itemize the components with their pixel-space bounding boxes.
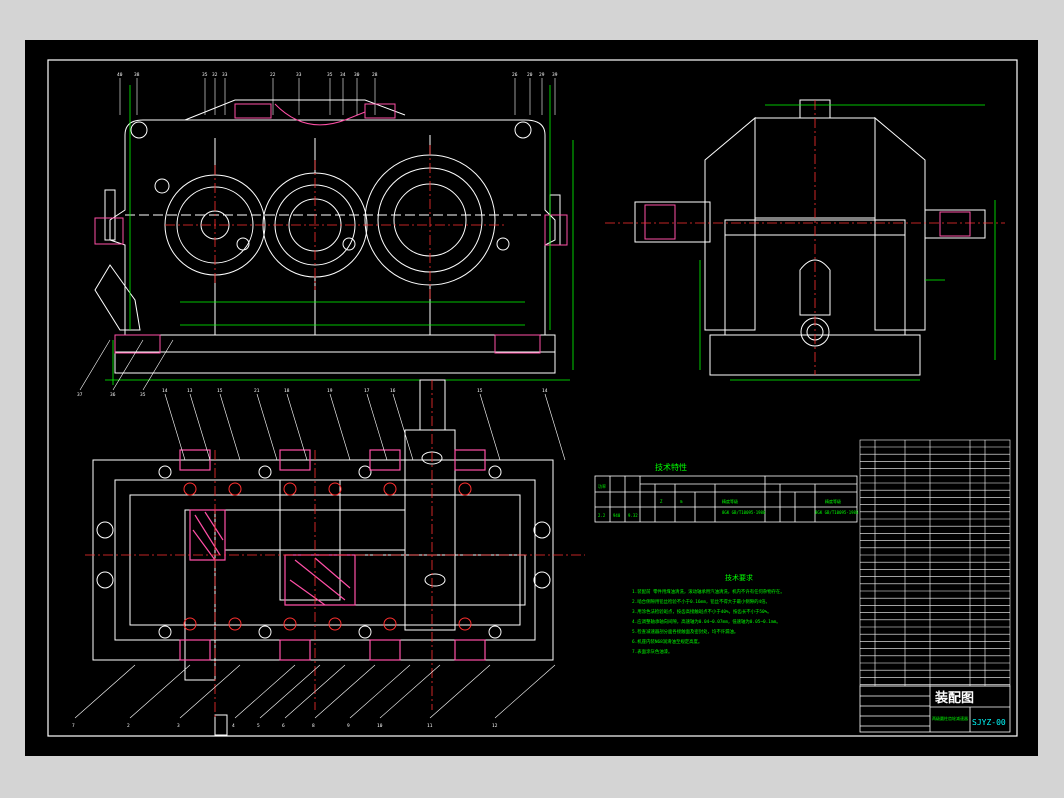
leader-line	[256, 393, 278, 461]
balloon-label: 3	[177, 723, 180, 729]
plan-view	[92, 379, 554, 736]
leader-line	[112, 339, 144, 391]
leader-line	[164, 393, 186, 461]
svg-text:940: 940	[613, 513, 621, 518]
leader-line	[259, 664, 321, 719]
leader-line	[234, 664, 296, 719]
drawing-number: SJYZ-00	[972, 718, 1006, 727]
side-hatching	[644, 204, 971, 240]
tech-req-line: 7.表面涂灰色油漆。	[632, 648, 672, 655]
sheet-border	[47, 59, 1018, 737]
leader-line	[349, 664, 411, 719]
leader-line	[142, 339, 174, 391]
balloon-label: 11	[427, 723, 433, 729]
balloon-label: 17	[364, 388, 370, 394]
svg-text:Z: Z	[660, 499, 663, 504]
balloon-label: 16	[390, 388, 396, 394]
tech-spec-values: 功率 2.2 940 9.32 Zm 精度等级 精度等级 8GK GB/T10095-…	[598, 483, 859, 518]
leader-line	[179, 664, 241, 719]
svg-text:9.32: 9.32	[628, 513, 638, 518]
front-hatching	[94, 103, 568, 354]
tech-req-line: 3.用涂色法检验斑点，按齿高接触斑点不小于40%，按齿长不小于50%。	[632, 608, 772, 615]
balloon-label: 13	[187, 388, 193, 394]
tech-req-line: 2.啮合侧隙用铅丝检验不小于0.16mm，铅丝不得大于最小侧隙的4倍。	[632, 598, 770, 605]
tech-req-line: 5.检查减速器剖分面各接触面及密封处，均不许漏油。	[632, 628, 738, 635]
drawing-canvas: 40 38 35 32 33 22 33 35 34 30 28 26 20 29 397 2 3 4 5 6 8 9 10…	[47, 59, 1018, 737]
tech-req-line: 6.机座内装N68润滑油至规定高度。	[632, 638, 702, 645]
svg-text:8GK GB/T10095-1988: 8GK GB/T10095-1988	[815, 510, 859, 515]
leader-line	[314, 664, 376, 719]
parts-list	[859, 439, 1011, 687]
svg-text:精度等级: 精度等级	[825, 498, 841, 504]
balloon-label: 33	[222, 72, 228, 78]
balloon-label: 32	[212, 72, 218, 78]
balloon-label: 18	[284, 388, 290, 394]
balloon-label: 10	[377, 723, 383, 729]
leader-line	[379, 664, 441, 719]
balloon-label: 29	[539, 72, 545, 78]
balloon-label: 40	[117, 72, 123, 78]
tech-req-line: 4.应调整轴承轴向间隙，高速轴为0.04~0.07mm，低速轴为0.05~0.1…	[632, 618, 781, 625]
tech-req-title: 技术要求	[725, 573, 753, 582]
balloon-label: 9	[347, 723, 350, 729]
balloon-label: 8	[312, 723, 315, 729]
balloon-label: 21	[254, 388, 260, 394]
balloon-label: 20	[527, 72, 533, 78]
leader-line	[494, 664, 556, 719]
balloon-label: 4	[232, 723, 235, 729]
cad-viewport[interactable]: 40 38 35 32 33 22 33 35 34 30 28 26 20 29 39 7 2 3 4 5 6 8 9 10…	[25, 40, 1038, 756]
balloon-label: 15	[477, 388, 483, 394]
leader-lines	[74, 78, 566, 719]
balloon-label: 26	[512, 72, 518, 78]
balloon-label: 22	[270, 72, 276, 78]
balloon-label: 5	[257, 723, 260, 729]
side-dimensions	[699, 104, 996, 381]
balloon-label: 39	[552, 72, 558, 78]
tech-req-line: 1.装配前 零件用煤油清洗，滚动轴承用汽油清洗，机内不许有任何杂物存在。	[632, 588, 785, 595]
svg-text:精度等级: 精度等级	[722, 498, 738, 504]
svg-text:m: m	[680, 499, 683, 504]
leader-line	[329, 393, 351, 461]
svg-text:8GK GB/T10095-1988: 8GK GB/T10095-1988	[722, 510, 766, 515]
balloon-label: 15	[217, 388, 223, 394]
leader-line	[219, 393, 241, 461]
front-centerlines	[165, 145, 505, 300]
leader-line	[129, 664, 191, 719]
balloon-label: 37	[77, 392, 83, 398]
balloon-label: 30	[354, 72, 360, 78]
balloon-label: 34	[340, 72, 346, 78]
balloon-label: 38	[134, 72, 140, 78]
drawing-subtitle: 两级圆柱齿轮减速器	[932, 715, 968, 721]
balloon-label: 33	[296, 72, 302, 78]
balloon-label: 35	[202, 72, 208, 78]
front-view	[94, 99, 561, 374]
svg-text:功率: 功率	[598, 483, 606, 489]
leader-line	[544, 393, 566, 461]
balloon-label: 2	[127, 723, 130, 729]
balloon-label: 19	[327, 388, 333, 394]
tech-spec-title: 技术特性	[655, 462, 687, 472]
svg-text:2.2: 2.2	[598, 513, 606, 518]
balloon-label: 14	[162, 388, 168, 394]
leader-line	[429, 664, 491, 719]
tech-req-list: 1.装配前 零件用煤油清洗，滚动轴承用汽油清洗，机内不许有任何杂物存在。 2.啮合…	[632, 588, 785, 655]
leader-line	[74, 664, 136, 719]
drawing-title: 装配图	[934, 690, 974, 706]
balloon-label: 28	[372, 72, 378, 78]
plan-bearings	[183, 482, 472, 631]
leader-line	[79, 339, 111, 391]
balloon-label: 14	[542, 388, 548, 394]
balloon-label: 7	[72, 723, 75, 729]
balloon-label: 6	[282, 723, 285, 729]
balloon-label: 12	[492, 723, 498, 729]
balloon-label: 35	[327, 72, 333, 78]
side-view	[634, 99, 986, 376]
balloon-label: 36	[110, 392, 116, 398]
balloon-label: 35	[140, 392, 146, 398]
